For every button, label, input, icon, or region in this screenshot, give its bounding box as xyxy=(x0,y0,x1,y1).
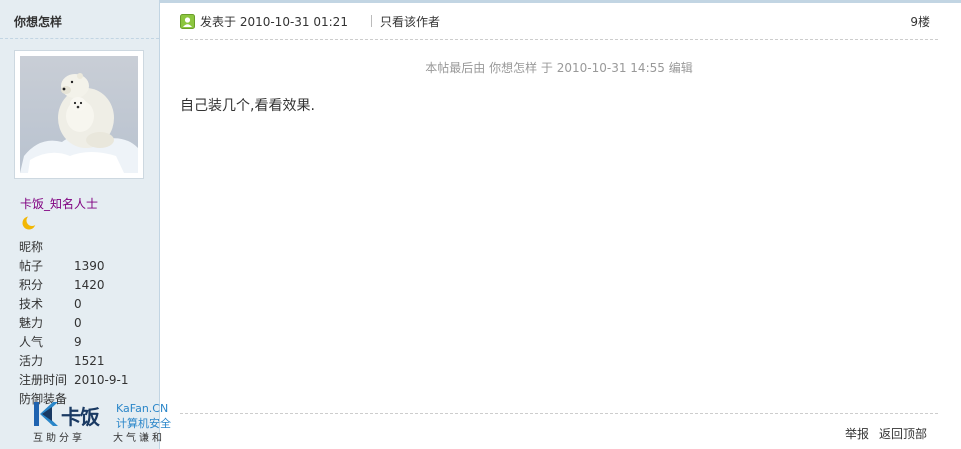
kafan-k-logo-icon xyxy=(34,402,58,426)
post-body: 发表于 2010-10-31 01:21 只看该作者 9楼 本帖最后由 你想怎样… xyxy=(160,0,961,449)
online-user-icon xyxy=(180,14,195,29)
crescent-moon-icon xyxy=(22,215,37,230)
stat-row: 活力 1521 xyxy=(19,352,128,371)
floor-number[interactable]: 9楼 xyxy=(910,13,930,30)
author-stats: 昵称 帖子 1390 积分 1420 技术 0 魅力 0 人气 9 活力 1521 注册时间… xyxy=(19,238,128,409)
author-username[interactable]: 你想怎样 xyxy=(14,13,62,30)
stat-label: 活力 xyxy=(19,354,44,368)
back-to-top-link[interactable]: 返回顶部 xyxy=(879,425,927,442)
stat-row: 人气 9 xyxy=(19,333,128,352)
stat-row: 注册时间 2010-9-1 xyxy=(19,371,128,390)
stat-value: 1420 xyxy=(74,278,105,292)
avatar[interactable] xyxy=(14,50,144,179)
stat-label: 人气 xyxy=(19,335,44,349)
watermark-slogan-left: 互助分享 xyxy=(33,433,85,444)
edit-note: 本帖最后由 你想怎样 于 2010-10-31 14:55 编辑 xyxy=(425,61,693,75)
stat-label: 昵称 xyxy=(19,240,44,254)
only-author-link[interactable]: 只看该作者 xyxy=(380,13,440,30)
post-time: 发表于 2010-10-31 01:21 xyxy=(200,15,348,29)
stat-value: 1521 xyxy=(74,354,105,368)
post-content: 自己装几个,看看效果. xyxy=(180,98,315,114)
kafan-watermark-logo: 卡饭 KaFan.CN 计算机安全 互助分享 大气谦和 xyxy=(33,401,173,445)
stat-label: 帖子 xyxy=(19,259,44,273)
report-link[interactable]: 举报 xyxy=(845,425,869,442)
stat-value: 0 xyxy=(74,297,82,311)
stat-label: 积分 xyxy=(19,278,44,292)
stat-value: 2010-9-1 xyxy=(74,373,129,387)
stat-label: 技术 xyxy=(19,297,44,311)
stat-row: 技术 0 xyxy=(19,295,128,314)
watermark-name: 卡饭 xyxy=(61,405,100,429)
post-header: 发表于 2010-10-31 01:21 只看该作者 9楼 xyxy=(180,12,938,30)
stat-value[interactable]: 1390 xyxy=(74,257,105,276)
stat-label: 注册时间 xyxy=(19,373,68,387)
watermark-slogan-right: 大气谦和 xyxy=(113,433,165,444)
author-sidebar: 你想怎样 卡饭_知名人士 昵称 帖子 1390 积分 1420 技术 0 魅力 … xyxy=(0,0,171,449)
polar-bear-avatar-image xyxy=(20,56,138,173)
footer-divider xyxy=(180,413,938,414)
stat-label: 魅力 xyxy=(19,316,44,330)
stat-row: 积分 1420 xyxy=(19,276,128,295)
stat-row: 魅力 0 xyxy=(19,314,128,333)
header-divider xyxy=(180,39,938,40)
stat-value: 0 xyxy=(74,316,82,330)
author-rank[interactable]: 卡饭_知名人士 xyxy=(20,195,98,212)
header-separator xyxy=(371,15,372,27)
stat-value: 9 xyxy=(74,335,82,349)
stat-row: 昵称 xyxy=(19,238,128,257)
sidebar-divider xyxy=(0,38,159,39)
stat-row: 帖子 1390 xyxy=(19,257,128,276)
